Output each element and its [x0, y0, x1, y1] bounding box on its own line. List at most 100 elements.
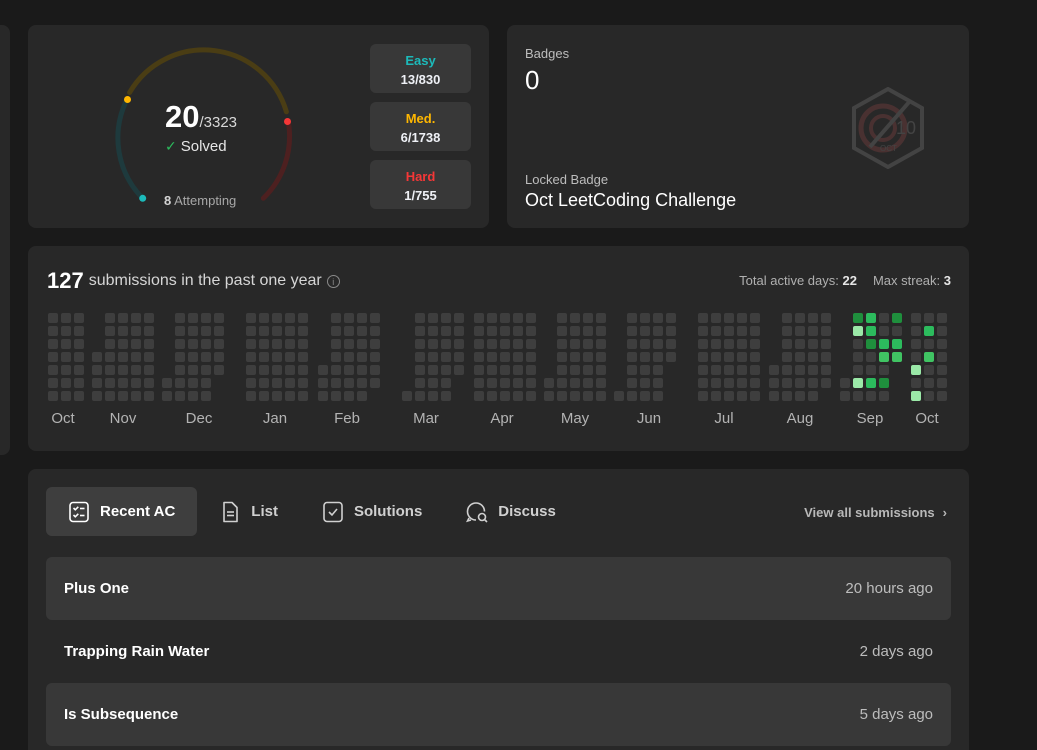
- heatmap-cell[interactable]: [557, 365, 567, 375]
- heatmap-cell[interactable]: [614, 391, 624, 401]
- heatmap-cell[interactable]: [201, 352, 211, 362]
- heatmap-cell[interactable]: [175, 365, 185, 375]
- heatmap-cell[interactable]: [640, 391, 650, 401]
- heatmap-cell[interactable]: [175, 378, 185, 388]
- heatmap-cell[interactable]: [583, 339, 593, 349]
- heatmap-cell[interactable]: [853, 391, 863, 401]
- heatmap-cell[interactable]: [144, 365, 154, 375]
- heatmap-cell[interactable]: [92, 365, 102, 375]
- heatmap-cell[interactable]: [105, 365, 115, 375]
- heatmap-cell[interactable]: [487, 365, 497, 375]
- heatmap-cell[interactable]: [596, 313, 606, 323]
- heatmap-cell[interactable]: [144, 391, 154, 401]
- heatmap-cell[interactable]: [500, 391, 510, 401]
- heatmap-cell[interactable]: [474, 365, 484, 375]
- heatmap-cell[interactable]: [911, 352, 921, 362]
- heatmap-cell[interactable]: [892, 326, 902, 336]
- heatmap-cell[interactable]: [474, 352, 484, 362]
- heatmap-cell[interactable]: [737, 339, 747, 349]
- heatmap-cell[interactable]: [285, 313, 295, 323]
- heatmap-cell[interactable]: [583, 326, 593, 336]
- heatmap-cell[interactable]: [724, 391, 734, 401]
- heatmap-cell[interactable]: [596, 365, 606, 375]
- heatmap-cell[interactable]: [415, 339, 425, 349]
- heatmap-cell[interactable]: [259, 352, 269, 362]
- heatmap-cell[interactable]: [724, 365, 734, 375]
- heatmap-cell[interactable]: [911, 391, 921, 401]
- heatmap-cell[interactable]: [214, 352, 224, 362]
- heatmap-cell[interactable]: [175, 313, 185, 323]
- heatmap-cell[interactable]: [808, 313, 818, 323]
- heatmap-cell[interactable]: [272, 326, 282, 336]
- heatmap-cell[interactable]: [246, 313, 256, 323]
- heatmap-cell[interactable]: [795, 365, 805, 375]
- heatmap-cell[interactable]: [557, 339, 567, 349]
- heatmap-cell[interactable]: [653, 352, 663, 362]
- heatmap-cell[interactable]: [570, 378, 580, 388]
- heatmap-cell[interactable]: [441, 313, 451, 323]
- heatmap-cell[interactable]: [370, 378, 380, 388]
- heatmap-cell[interactable]: [795, 313, 805, 323]
- heatmap-cell[interactable]: [298, 339, 308, 349]
- heatmap-cell[interactable]: [640, 326, 650, 336]
- heatmap-cell[interactable]: [74, 326, 84, 336]
- heatmap-cell[interactable]: [526, 391, 536, 401]
- heatmap-cell[interactable]: [500, 326, 510, 336]
- list-item[interactable]: Plus One 20 hours ago: [46, 557, 951, 620]
- heatmap-cell[interactable]: [74, 339, 84, 349]
- heatmap-cell[interactable]: [272, 352, 282, 362]
- heatmap-cell[interactable]: [892, 339, 902, 349]
- heatmap-cell[interactable]: [285, 339, 295, 349]
- heatmap-cell[interactable]: [853, 352, 863, 362]
- heatmap-cell[interactable]: [711, 339, 721, 349]
- heatmap-cell[interactable]: [188, 326, 198, 336]
- heatmap-cell[interactable]: [500, 339, 510, 349]
- heatmap-cell[interactable]: [821, 326, 831, 336]
- medium-stat-box[interactable]: Med. 6/1738: [370, 102, 471, 151]
- heatmap-cell[interactable]: [557, 313, 567, 323]
- heatmap-cell[interactable]: [259, 339, 269, 349]
- heatmap-cell[interactable]: [724, 339, 734, 349]
- heatmap-cell[interactable]: [48, 339, 58, 349]
- heatmap-cell[interactable]: [74, 378, 84, 388]
- heatmap-cell[interactable]: [769, 365, 779, 375]
- heatmap-cell[interactable]: [840, 378, 850, 388]
- heatmap-cell[interactable]: [583, 391, 593, 401]
- heatmap-cell[interactable]: [201, 391, 211, 401]
- heatmap-cell[interactable]: [866, 352, 876, 362]
- heatmap-cell[interactable]: [853, 339, 863, 349]
- heatmap-cell[interactable]: [526, 339, 536, 349]
- heatmap-cell[interactable]: [285, 326, 295, 336]
- heatmap-cell[interactable]: [188, 391, 198, 401]
- heatmap-cell[interactable]: [454, 352, 464, 362]
- heatmap-cell[interactable]: [144, 339, 154, 349]
- heatmap-cell[interactable]: [526, 326, 536, 336]
- heatmap-cell[interactable]: [769, 378, 779, 388]
- heatmap-cell[interactable]: [666, 313, 676, 323]
- heatmap-cell[interactable]: [853, 326, 863, 336]
- heatmap-cell[interactable]: [105, 352, 115, 362]
- heatmap-cell[interactable]: [370, 313, 380, 323]
- heatmap-cell[interactable]: [937, 391, 947, 401]
- heatmap-cell[interactable]: [357, 339, 367, 349]
- heatmap-cell[interactable]: [246, 378, 256, 388]
- heatmap-cell[interactable]: [570, 352, 580, 362]
- heatmap-cell[interactable]: [924, 313, 934, 323]
- heatmap-cell[interactable]: [285, 365, 295, 375]
- heatmap-cell[interactable]: [666, 352, 676, 362]
- heatmap-cell[interactable]: [474, 313, 484, 323]
- problem-title[interactable]: Trapping Rain Water: [64, 643, 209, 660]
- heatmap-cell[interactable]: [808, 365, 818, 375]
- heatmap-cell[interactable]: [92, 391, 102, 401]
- heatmap-cell[interactable]: [840, 391, 850, 401]
- heatmap-cell[interactable]: [298, 391, 308, 401]
- heatmap-cell[interactable]: [866, 378, 876, 388]
- heatmap-cell[interactable]: [441, 352, 451, 362]
- heatmap-cell[interactable]: [737, 313, 747, 323]
- heatmap-cell[interactable]: [428, 391, 438, 401]
- heatmap-cell[interactable]: [285, 391, 295, 401]
- heatmap-cell[interactable]: [441, 339, 451, 349]
- heatmap-cell[interactable]: [487, 326, 497, 336]
- heatmap-cell[interactable]: [48, 326, 58, 336]
- heatmap-cell[interactable]: [131, 365, 141, 375]
